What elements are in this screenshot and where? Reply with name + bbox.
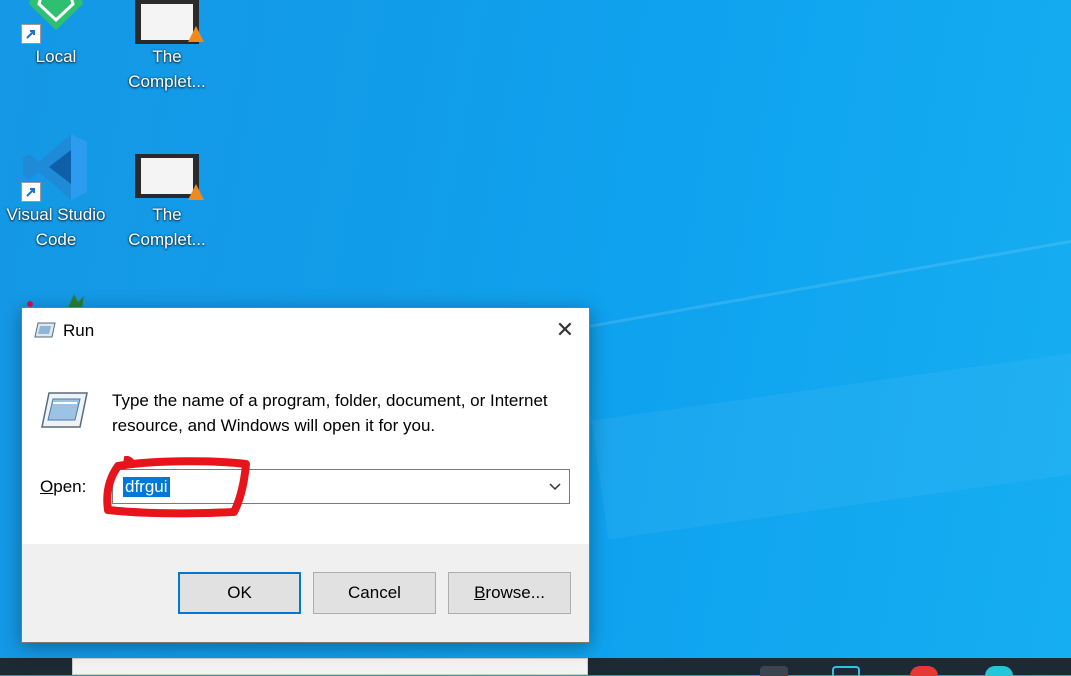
vlc-video-file-icon (132, 132, 204, 202)
desktop-icon-label: The Complet... (128, 47, 206, 91)
cancel-button[interactable]: Cancel (313, 572, 436, 614)
run-icon (34, 322, 56, 338)
ok-button[interactable]: OK (178, 572, 301, 614)
open-label: Open: (40, 477, 86, 497)
dialog-title: Run (63, 321, 95, 340)
open-label-mnemonic: O (40, 477, 54, 496)
close-icon: ✕ (555, 317, 575, 342)
taskbar-search-box[interactable] (72, 658, 588, 675)
desktop-icon-label: The Complet... (128, 205, 206, 249)
open-input-value[interactable]: dfrgui (123, 477, 170, 497)
dialog-titlebar[interactable]: Run ✕ (22, 308, 589, 352)
desktop-icon-local[interactable]: Local (4, 0, 108, 69)
vlc-cone-icon (188, 26, 204, 42)
shortcut-arrow-icon (21, 24, 41, 44)
local-app-icon (21, 0, 91, 44)
run-dialog: Run ✕ Type the name of a program, folder… (21, 307, 590, 643)
partial-desktop-icon (20, 292, 90, 308)
dialog-description: Type the name of a program, folder, docu… (112, 391, 548, 435)
shortcut-arrow-icon (21, 182, 41, 202)
run-program-icon (39, 390, 89, 430)
vscode-icon (21, 132, 91, 202)
vlc-video-file-icon (132, 0, 204, 44)
browse-mnemonic: B (474, 583, 486, 602)
browse-button[interactable]: Browse... (448, 572, 571, 614)
wallpaper-beam (591, 348, 1071, 540)
close-button[interactable]: ✕ (541, 308, 589, 352)
chevron-down-icon[interactable] (547, 478, 563, 494)
desktop-icon-video-1[interactable]: The Complet... (115, 0, 219, 94)
dialog-button-bar: OK Cancel Browse... (22, 544, 589, 642)
desktop-icon-vscode[interactable]: Visual Studio Code (4, 132, 108, 252)
vlc-cone-icon (188, 184, 204, 200)
desktop-icon-video-2[interactable]: The Complet... (115, 132, 219, 252)
wallpaper-beam (559, 225, 1071, 333)
browse-label: rowse... (485, 583, 545, 602)
desktop-icon-label: Visual Studio Code (6, 205, 106, 249)
taskbar (0, 658, 1071, 676)
desktop-icon-label: Local (35, 47, 77, 66)
open-combobox[interactable]: dfrgui (112, 469, 570, 504)
open-label-text: pen: (53, 477, 87, 496)
